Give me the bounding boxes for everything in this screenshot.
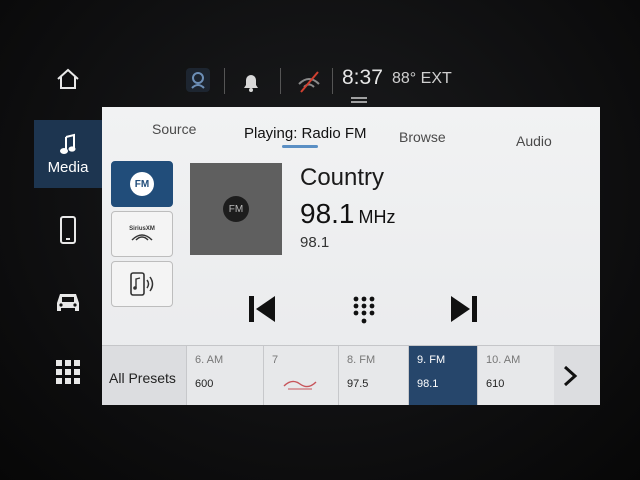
notification-bell-icon[interactable] <box>240 70 262 94</box>
pull-down-handle-icon[interactable] <box>350 96 368 104</box>
station-sub-frequency: 98.1 <box>300 234 330 251</box>
source-siriusxm-button[interactable]: SiriusXM <box>111 211 173 257</box>
satellite-waves-icon <box>131 234 153 241</box>
tab-audio[interactable]: Audio <box>516 133 552 149</box>
phone-audio-icon <box>130 272 154 296</box>
station-genre: Country <box>300 164 385 191</box>
nav-apps[interactable] <box>34 342 102 402</box>
station-frequency: 98.1 MHz <box>300 198 396 230</box>
media-tabs: Source Playing: Radio FM Browse Audio <box>102 107 600 151</box>
nav-media[interactable]: Media <box>34 120 102 188</box>
outside-temperature: 88° EXT <box>392 70 452 87</box>
direct-tune-keypad-icon[interactable] <box>352 295 376 325</box>
preset-station-logo <box>283 380 317 390</box>
tab-playing[interactable]: Playing: Radio FM <box>244 125 367 142</box>
tab-source[interactable]: Source <box>152 121 196 137</box>
preset-value: 97.5 <box>347 378 369 390</box>
preset-10[interactable]: 10. AM 610 <box>477 346 554 405</box>
preset-value: 610 <box>486 378 505 390</box>
seek-next-icon[interactable] <box>448 293 480 325</box>
nav-rail: Media <box>34 50 102 410</box>
home-icon <box>57 68 79 89</box>
nav-phone[interactable] <box>34 200 102 260</box>
preset-label: 7 <box>272 354 279 366</box>
source-bluetooth-audio-button[interactable] <box>111 261 173 307</box>
preset-6[interactable]: 6. AM 600 <box>186 346 263 405</box>
source-fm-button[interactable]: FM <box>111 161 173 207</box>
fm-icon: FM <box>130 172 154 196</box>
media-screen: Source Playing: Radio FM Browse Audio FM… <box>102 107 600 405</box>
tab-browse[interactable]: Browse <box>399 129 446 145</box>
preset-label: 9. FM <box>417 354 446 366</box>
fm-artwork-badge: FM <box>223 196 249 222</box>
phone-icon <box>60 216 76 244</box>
status-bar: 8:37 88° EXT <box>170 62 600 104</box>
frequency-unit: MHz <box>358 207 396 227</box>
clock-time: 8:37 <box>342 66 383 89</box>
preset-9[interactable]: 9. FM 98.1 <box>408 346 477 405</box>
no-signal-icon <box>298 71 320 93</box>
preset-value: 600 <box>195 378 214 390</box>
seek-previous-icon[interactable] <box>246 293 278 325</box>
apps-grid-icon <box>56 360 80 384</box>
preset-label: 6. AM <box>195 354 224 366</box>
station-artwork: FM <box>190 163 282 255</box>
preset-label: 8. FM <box>347 354 376 366</box>
preset-value: 98.1 <box>417 378 439 390</box>
nav-home[interactable] <box>34 50 102 108</box>
chevron-right-icon[interactable] <box>562 364 578 388</box>
nav-media-label: Media <box>47 158 89 176</box>
music-note-icon <box>60 133 76 154</box>
preset-label: 10. AM <box>486 354 521 366</box>
siriusxm-logo: SiriusXM <box>129 226 155 242</box>
all-presets-button[interactable]: All Presets <box>109 370 176 386</box>
nav-vehicle[interactable] <box>34 272 102 332</box>
vehicle-icon <box>57 294 79 311</box>
presets-bar: All Presets 6. AM 600 7 8. FM 97.5 9. FM… <box>102 345 600 405</box>
preset-7[interactable]: 7 <box>263 346 338 405</box>
frequency-value: 98.1 <box>300 198 355 229</box>
driver-profile-icon[interactable] <box>184 66 212 94</box>
preset-8[interactable]: 8. FM 97.5 <box>338 346 409 405</box>
active-tab-indicator <box>282 145 318 148</box>
